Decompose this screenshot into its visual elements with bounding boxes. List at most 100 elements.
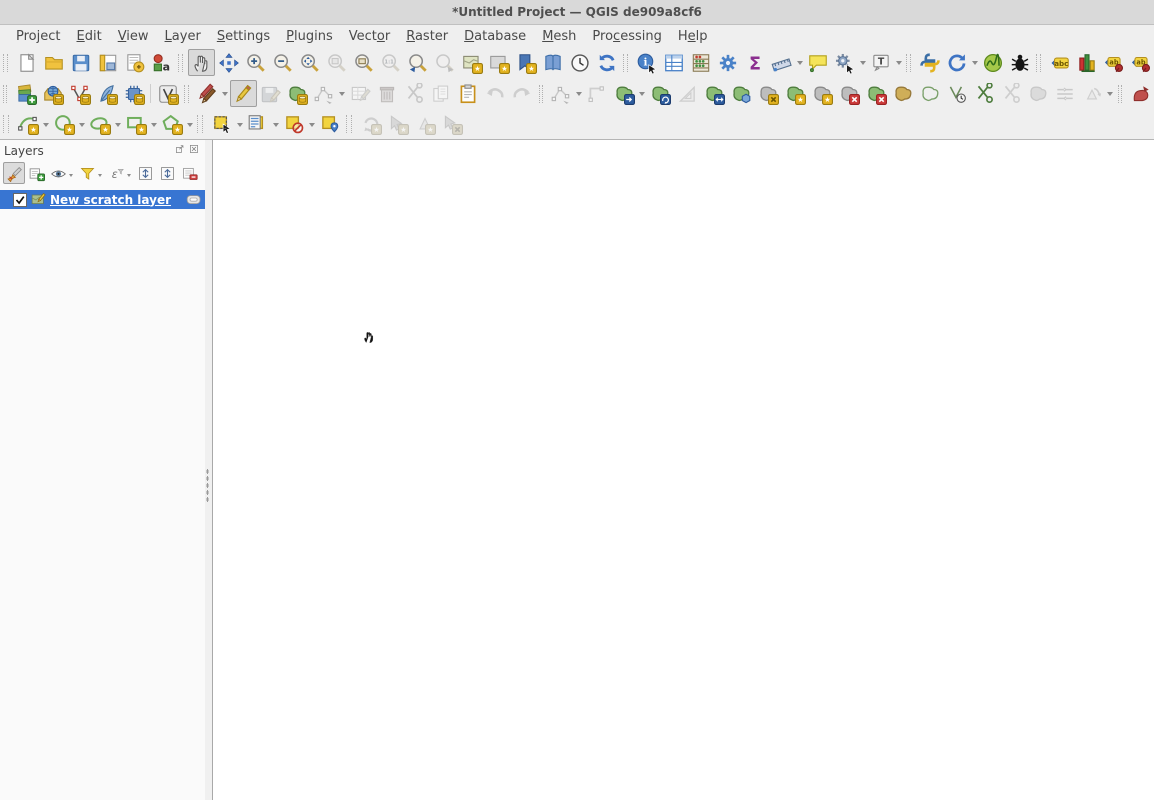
show-layout-manager-button[interactable] [121, 49, 148, 76]
open-project-button[interactable] [40, 49, 67, 76]
style-manager-button[interactable]: a [148, 49, 175, 76]
paste-features-button[interactable] [455, 80, 482, 107]
open-layer-styling-panel-button[interactable] [3, 162, 25, 184]
open-field-calculator-button[interactable] [687, 49, 714, 76]
add-ellipse-button[interactable]: ★ [86, 111, 113, 138]
current-edits-dropdown[interactable] [221, 81, 230, 106]
open-attribute-table-button[interactable] [660, 49, 687, 76]
show-bookmark-manager-button[interactable]: ★ [512, 49, 539, 76]
save-project-button[interactable] [67, 49, 94, 76]
grass-tools-button[interactable] [979, 49, 1006, 76]
identify-features-button[interactable]: i [633, 49, 660, 76]
run-feature-action-dropdown[interactable] [858, 50, 867, 75]
manage-layers-toolbar-handle[interactable] [3, 85, 7, 103]
filter-legend-dropdown[interactable] [98, 163, 105, 183]
project-toolbar-handle[interactable] [3, 54, 8, 72]
first-aid-debug-plugin-button[interactable] [1006, 49, 1033, 76]
fill-ring-button[interactable] [728, 80, 755, 107]
menu-database[interactable]: Database [456, 27, 534, 46]
label-tools-group-handle[interactable] [346, 115, 352, 133]
add-rectangle-button[interactable]: ★ [122, 111, 149, 138]
pan-map-to-selection-button[interactable] [215, 49, 242, 76]
add-group-button[interactable] [25, 162, 47, 184]
window-titlebar[interactable]: *Untitled Project — QGIS de909a8cf6 [0, 0, 1154, 25]
reload-plugins-dropdown[interactable] [970, 50, 979, 75]
remove-hole-button[interactable] [836, 80, 863, 107]
python-console-button[interactable] [916, 49, 943, 76]
add-delimited-text-layer-button[interactable] [66, 80, 93, 107]
text-annotation-dropdown[interactable] [894, 50, 903, 75]
add-regular-polygon-dropdown[interactable] [185, 112, 194, 137]
advanced-digitizing-toolbar-handle[interactable] [539, 85, 543, 103]
add-part-button[interactable]: ★ [782, 80, 809, 107]
menu-view[interactable]: View [110, 27, 157, 46]
menu-mesh[interactable]: Mesh [534, 27, 584, 46]
zoom-full-button[interactable] [296, 49, 323, 76]
layer-item-new-scratch-layer[interactable]: New scratch layer [0, 190, 205, 209]
float-panel-button[interactable] [174, 143, 187, 156]
menu-project[interactable]: Project [8, 27, 69, 46]
show-spatial-bookmarks-button[interactable]: ★ [485, 49, 512, 76]
new-virtual-layer-button[interactable] [154, 80, 181, 107]
add-ellipse-dropdown[interactable] [113, 112, 122, 137]
remove-layer-group-button[interactable] [178, 162, 200, 184]
close-panel-button[interactable] [188, 143, 201, 156]
shape-digitizing-toolbar-handle[interactable] [3, 115, 9, 133]
menu-raster[interactable]: Raster [398, 27, 456, 46]
trim-extend-button[interactable] [944, 80, 971, 107]
add-virtual-layer-button[interactable] [120, 80, 147, 107]
filter-legend-button[interactable] [76, 162, 98, 184]
add-circle-button[interactable]: ★ [50, 111, 77, 138]
expand-all-button[interactable] [134, 162, 156, 184]
measure-line-dropdown[interactable] [795, 50, 804, 75]
digitizing-toolbar-handle[interactable] [184, 85, 188, 103]
zoom-last-button[interactable] [404, 49, 431, 76]
delete-ring-button[interactable] [755, 80, 782, 107]
zoom-in-button[interactable] [242, 49, 269, 76]
deselect-features-button[interactable] [280, 111, 307, 138]
add-circular-string-button[interactable]: ★ [14, 111, 41, 138]
pan-map-button[interactable] [188, 49, 215, 76]
layer-visibility-checkbox[interactable] [13, 193, 27, 207]
text-annotation-button[interactable]: T [867, 49, 894, 76]
refresh-map-button[interactable] [593, 49, 620, 76]
move-feature-dropdown[interactable] [638, 81, 647, 106]
menu-layer[interactable]: Layer [157, 27, 209, 46]
show-statistical-summary-button[interactable]: Σ [741, 49, 768, 76]
select-features-button[interactable] [208, 111, 235, 138]
layer-diagram-options-button[interactable] [1073, 49, 1100, 76]
add-regular-polygon-button[interactable]: ★ [158, 111, 185, 138]
new-project-button[interactable] [13, 49, 40, 76]
label-toolbar-handle[interactable] [1036, 54, 1041, 72]
menu-settings[interactable]: Settings [209, 27, 278, 46]
add-vector-layer-button[interactable] [39, 80, 66, 107]
panel-splitter[interactable] [205, 140, 213, 800]
reshape-features-button[interactable] [890, 80, 917, 107]
attributes-toolbar-handle[interactable] [623, 54, 628, 72]
remove-selected-part-button[interactable] [863, 80, 890, 107]
toggle-editing-button[interactable] [230, 80, 257, 107]
delete-part-button[interactable]: ★ [809, 80, 836, 107]
highlight-pinned-labels-button[interactable]: ab [1127, 49, 1154, 76]
pin-unpin-labels-button[interactable]: ab [1100, 49, 1127, 76]
menu-plugins[interactable]: Plugins [278, 27, 341, 46]
collapse-all-button[interactable] [156, 162, 178, 184]
new-spatial-bookmark-button[interactable]: ★ [458, 49, 485, 76]
add-polygon-feature-button[interactable] [284, 80, 311, 107]
deselect-features-dropdown[interactable] [307, 112, 316, 137]
new-print-layout-button[interactable] [94, 49, 121, 76]
add-ring-button[interactable] [701, 80, 728, 107]
select-features-dropdown[interactable] [235, 112, 244, 137]
zoom-out-button[interactable] [269, 49, 296, 76]
move-feature-button[interactable] [611, 80, 638, 107]
menu-edit[interactable]: Edit [69, 27, 110, 46]
layer-labeling-options-button[interactable]: abc [1046, 49, 1073, 76]
menu-processing[interactable]: Processing [584, 27, 669, 46]
rotate-feature-button[interactable] [647, 80, 674, 107]
run-feature-action-button[interactable] [831, 49, 858, 76]
add-circular-string-dropdown[interactable] [41, 112, 50, 137]
measure-line-button[interactable] [768, 49, 795, 76]
menu-vector[interactable]: Vector [341, 27, 398, 46]
memory-layer-indicator-icon[interactable] [186, 192, 202, 208]
select-features-by-location-button[interactable] [316, 111, 343, 138]
